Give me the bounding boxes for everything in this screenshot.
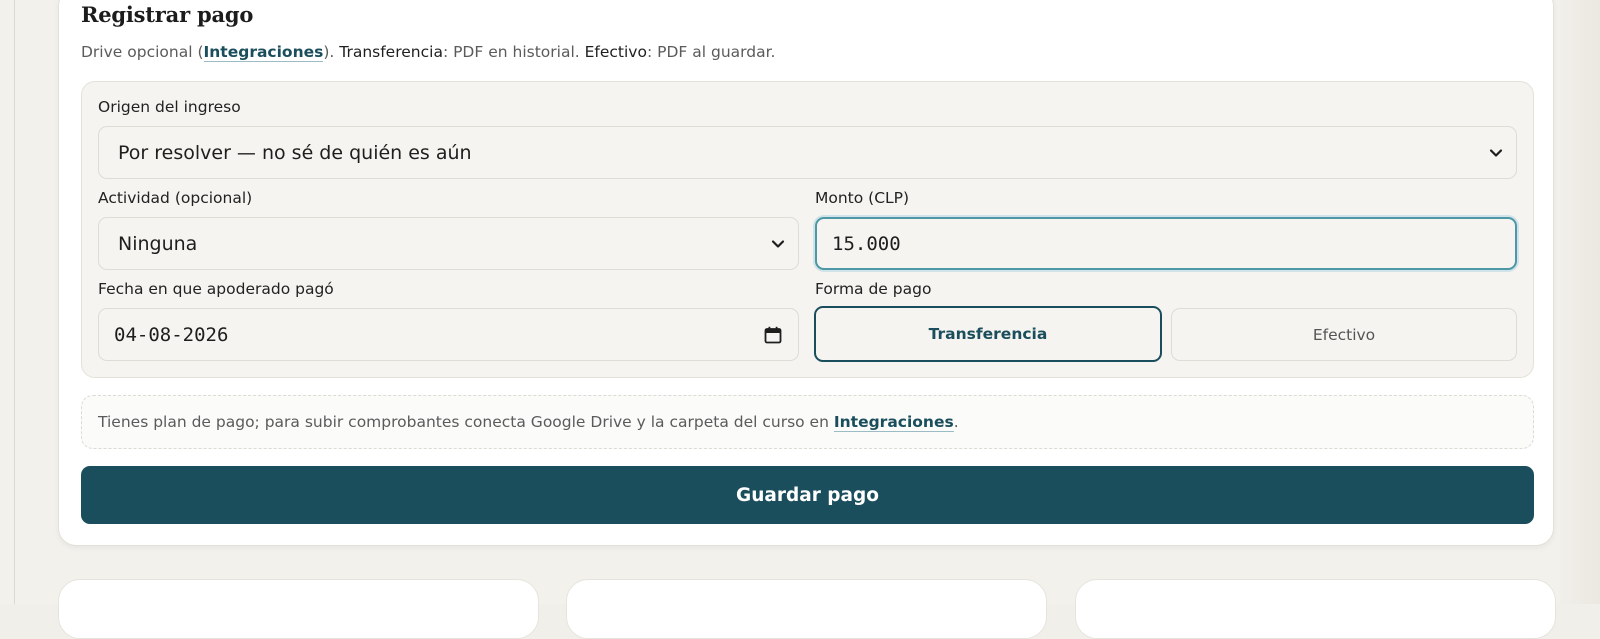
date-label: Fecha en que apoderado pagó: [98, 280, 334, 298]
subtitle-cash-word: Efectivo: [584, 43, 647, 61]
payment-method-cash-button[interactable]: Efectivo: [1171, 308, 1517, 361]
chevron-down-icon: [1489, 148, 1503, 157]
info-text: Tienes plan de pago; para subir comproba…: [98, 413, 829, 431]
subtitle-transfer-word: Transferencia: [339, 43, 443, 61]
info-end: .: [953, 413, 959, 431]
summary-card-3: [1075, 579, 1556, 639]
drive-info-box: Tienes plan de pago; para subir comproba…: [81, 395, 1534, 449]
origin-selected-value: Por resolver — no sé de quién es aún: [118, 141, 472, 164]
calendar-icon[interactable]: [764, 326, 782, 344]
date-value: 04-08-2026: [114, 323, 229, 346]
integrations-link[interactable]: Integraciones: [203, 43, 324, 62]
summary-card-1: [58, 579, 539, 639]
sidebar-divider: [14, 0, 15, 604]
subtitle-text-3: : PDF en historial.: [442, 43, 585, 61]
activity-select[interactable]: Ninguna: [98, 217, 799, 270]
origin-label: Origen del ingreso: [98, 98, 241, 116]
save-payment-button[interactable]: Guardar pago: [81, 466, 1534, 524]
payment-method-transfer-button[interactable]: Transferencia: [814, 306, 1162, 362]
form-title: Registrar pago: [81, 2, 254, 27]
amount-input[interactable]: 15.000: [815, 217, 1517, 270]
summary-card-2: [566, 579, 1047, 639]
right-edge-shade: [1560, 0, 1600, 604]
form-subtitle: Drive opcional (Integraciones). Transfer…: [81, 43, 776, 62]
amount-value: 15.000: [832, 232, 901, 255]
subtitle-text-4: : PDF al guardar.: [646, 43, 776, 61]
payment-date-input[interactable]: 04-08-2026: [98, 308, 799, 361]
origin-select[interactable]: Por resolver — no sé de quién es aún: [98, 126, 1517, 179]
activity-selected-value: Ninguna: [118, 232, 198, 255]
activity-label: Actividad (opcional): [98, 189, 253, 207]
payment-method-label: Forma de pago: [815, 280, 932, 298]
info-integrations-link[interactable]: Integraciones: [833, 413, 954, 432]
subtitle-text-1: Drive opcional (: [81, 43, 204, 61]
chevron-down-icon: [771, 239, 785, 248]
subtitle-text-2: ).: [323, 43, 340, 61]
amount-label: Monto (CLP): [815, 189, 910, 207]
